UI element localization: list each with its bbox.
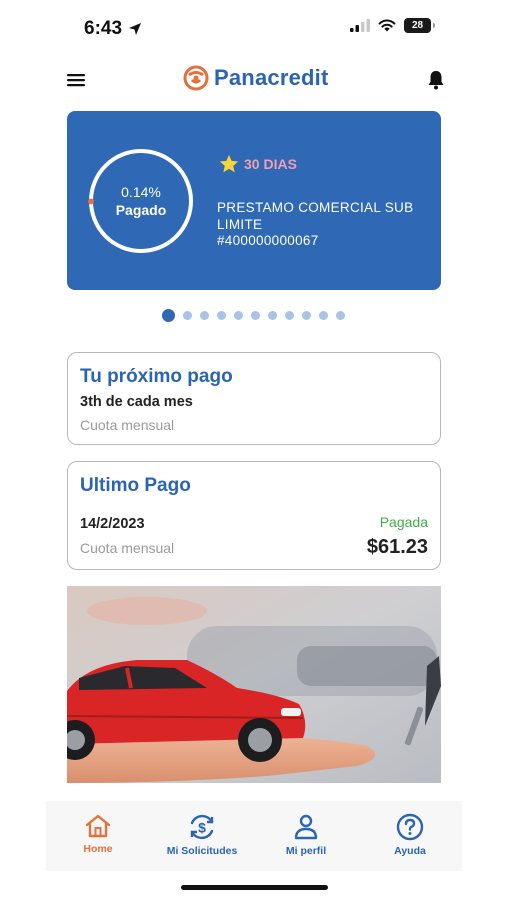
nav-label-home: Home xyxy=(83,843,113,855)
brand-name: Panacredit xyxy=(214,65,329,90)
loan-number: #400000000067 xyxy=(217,233,319,248)
signal-icon xyxy=(350,19,370,32)
panacredit-logo-icon xyxy=(183,65,209,91)
progress-label: 0.14% Pagado xyxy=(87,147,195,255)
last-payment-title: Ultimo Pago xyxy=(80,475,191,496)
home-indicator xyxy=(181,885,328,890)
carousel-dot[interactable] xyxy=(200,311,209,320)
dollar-refresh-icon: $ xyxy=(190,814,214,840)
status-bar: 6:43 28 xyxy=(0,0,507,56)
promo-banner-image[interactable] xyxy=(67,586,441,783)
loan-name: PRESTAMO COMERCIAL SUB LIMITE xyxy=(217,200,414,232)
nav-label-solicitudes: Mi Solicitudes xyxy=(166,845,238,857)
last-payment-card[interactable]: Ultimo Pago 14/2/2023 Cuota mensual Paga… xyxy=(67,461,441,570)
hamburger-menu-icon[interactable] xyxy=(64,68,88,92)
carousel-dot[interactable] xyxy=(268,311,277,320)
carousel-dot[interactable] xyxy=(336,311,345,320)
loan-summary-card[interactable]: 0.14% Pagado 30 DIAS PRESTAMO COMERCIAL … xyxy=(67,111,441,290)
nav-item-ayuda[interactable]: Ayuda xyxy=(358,801,462,871)
help-icon xyxy=(396,813,424,841)
progress-status: Pagado xyxy=(115,202,167,218)
nav-item-solicitudes[interactable]: $ Mi Solicitudes xyxy=(150,801,254,871)
next-payment-date: 3th de cada mes xyxy=(80,394,193,410)
last-payment-amount: $61.23 xyxy=(366,536,428,558)
status-time: 6:43 xyxy=(84,18,142,40)
days-badge: 30 DIAS xyxy=(218,153,297,175)
carousel-dot[interactable] xyxy=(302,311,311,320)
red-car-on-hand-illustration xyxy=(67,586,441,783)
carousel-dot[interactable] xyxy=(319,311,328,320)
next-payment-title: Tu próximo pago xyxy=(80,366,233,387)
battery-level: 28 xyxy=(411,20,424,31)
days-text: 30 DIAS xyxy=(244,156,297,172)
bottom-navigation: Home $ Mi Solicitudes Mi perfil Ayuda xyxy=(46,801,462,871)
brand-logo: Panacredit xyxy=(182,64,329,92)
app-header: Panacredit xyxy=(0,60,507,100)
time-text: 6:43 xyxy=(84,18,123,39)
battery-icon: 28 xyxy=(404,18,435,33)
nav-item-perfil[interactable]: Mi perfil xyxy=(254,801,358,871)
carousel-dot[interactable] xyxy=(251,311,260,320)
payment-status-badge: Pagada xyxy=(379,514,428,530)
user-icon xyxy=(294,814,318,840)
last-payment-subtitle: Cuota mensual xyxy=(80,540,175,556)
nav-label-ayuda: Ayuda xyxy=(394,845,426,857)
last-payment-date: 14/2/2023 xyxy=(80,516,145,532)
wifi-icon xyxy=(378,19,396,32)
carousel-dot[interactable] xyxy=(285,311,294,320)
carousel-dots xyxy=(162,309,345,322)
bell-icon[interactable] xyxy=(424,68,448,92)
star-icon xyxy=(219,154,239,173)
next-payment-card[interactable]: Tu próximo pago 3th de cada mes Cuota me… xyxy=(67,352,441,445)
carousel-dot[interactable] xyxy=(234,311,243,320)
next-payment-subtitle: Cuota mensual xyxy=(80,417,175,433)
status-icons: 28 xyxy=(350,18,435,33)
svg-text:$: $ xyxy=(198,820,206,836)
carousel-dot[interactable] xyxy=(183,311,192,320)
nav-item-home[interactable]: Home xyxy=(46,801,150,871)
home-icon xyxy=(85,814,111,838)
location-arrow-icon xyxy=(129,23,142,35)
progress-percent: 0.14% xyxy=(121,184,161,200)
nav-label-perfil: Mi perfil xyxy=(285,845,327,857)
carousel-dot[interactable] xyxy=(217,311,226,320)
carousel-dot[interactable] xyxy=(162,309,175,322)
